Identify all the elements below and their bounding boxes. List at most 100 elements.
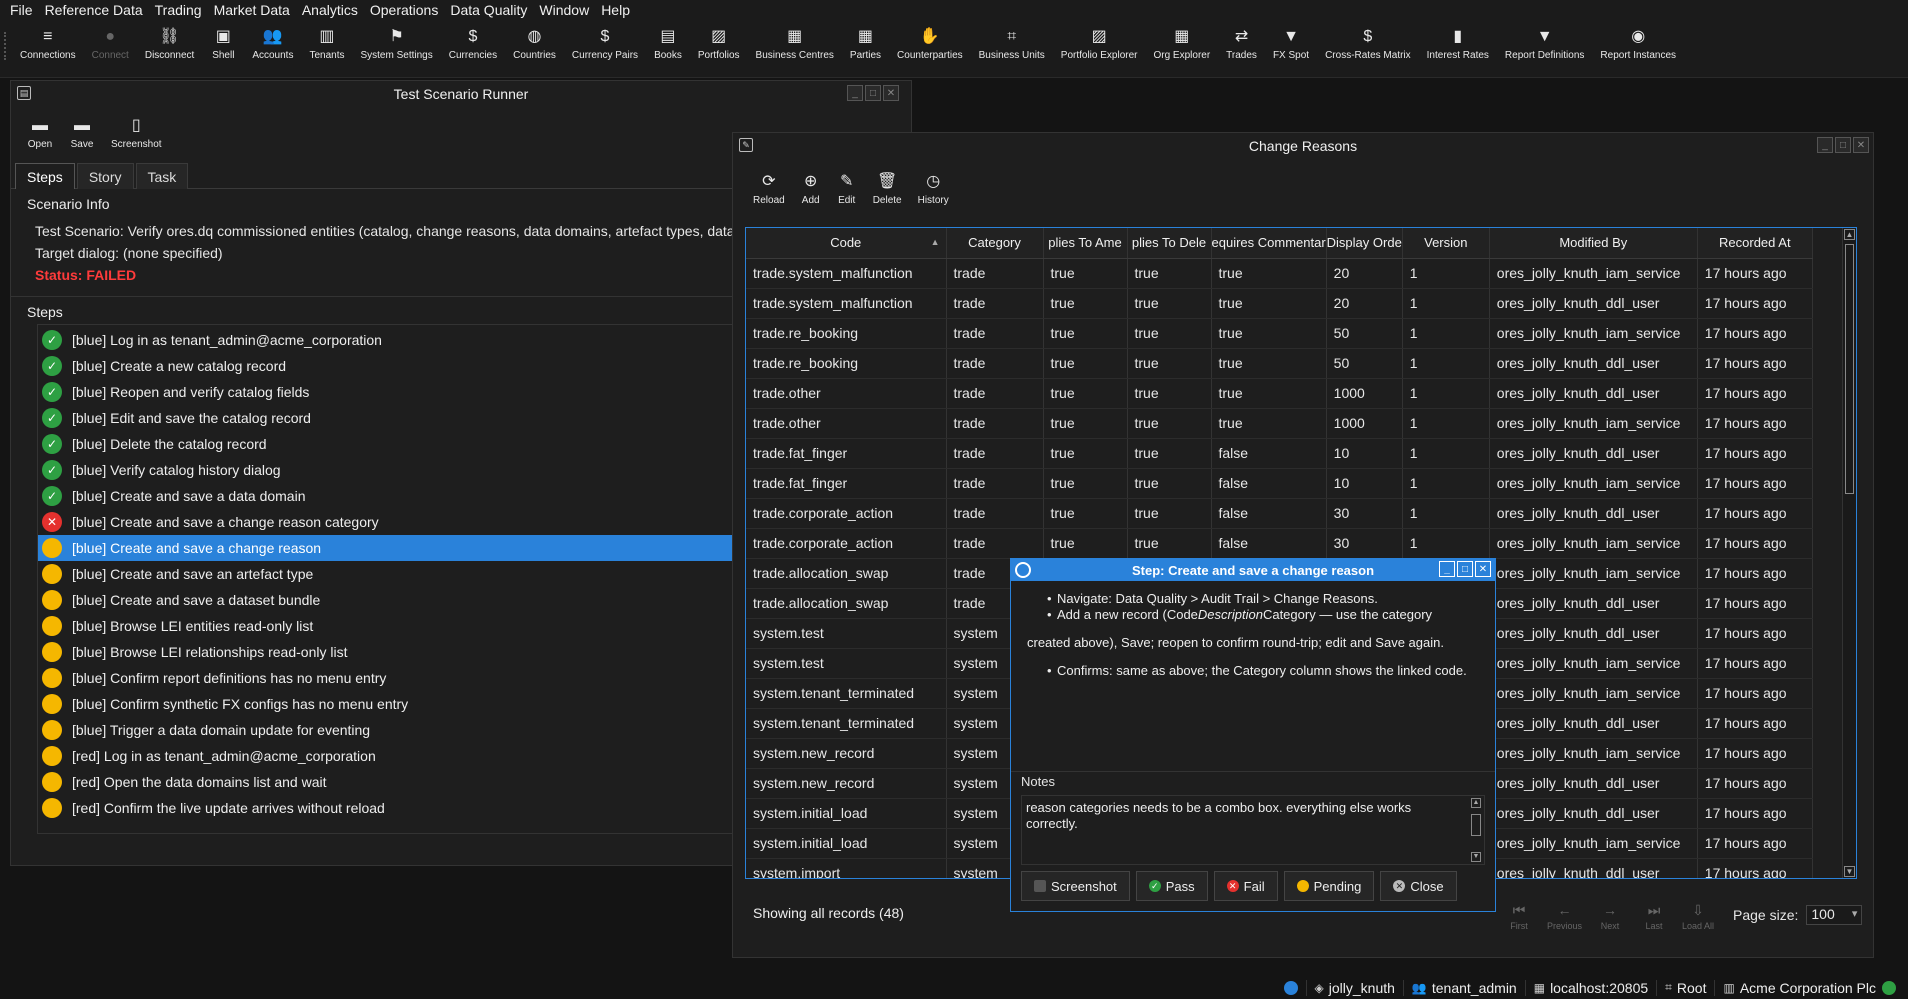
- pass-button[interactable]: ✓ Pass: [1135, 871, 1208, 901]
- edit-button[interactable]: ✎ Edit: [829, 163, 865, 221]
- table-row[interactable]: trade.corporate_action trade true true false…: [746, 528, 1813, 559]
- disconnect-button[interactable]: ⛓ Disconnect: [137, 20, 202, 78]
- close-icon[interactable]: ✕: [1853, 137, 1869, 153]
- shell-button[interactable]: ▣ Shell: [202, 20, 244, 78]
- table-row[interactable]: trade.re_booking trade true true true 50 1 ores…: [746, 318, 1813, 349]
- step-item[interactable]: [red] Log in as tenant_admin@acme_corpor…: [38, 743, 746, 769]
- reload-button[interactable]: ⟳ Reload: [745, 163, 793, 221]
- step-item[interactable]: [red] Confirm the live update arrives wi…: [38, 795, 746, 821]
- menu-item-market-data[interactable]: Market Data: [208, 2, 296, 18]
- currencies-button[interactable]: $ Currencies: [441, 20, 505, 78]
- trades-button[interactable]: ⇄ Trades: [1218, 20, 1265, 78]
- step-item[interactable]: [blue] Confirm report definitions has no…: [38, 665, 746, 691]
- portfolios-button[interactable]: ▨ Portfolios: [690, 20, 748, 78]
- table-row[interactable]: trade.re_booking trade true true true 50 1 ores…: [746, 348, 1813, 379]
- column-header[interactable]: Display Orde: [1326, 228, 1403, 259]
- table-row[interactable]: trade.fat_finger trade true true false 10 1 ore…: [746, 468, 1813, 499]
- interest-rates-button[interactable]: ▮ Interest Rates: [1419, 20, 1497, 78]
- last-button[interactable]: ⏭ Last: [1632, 899, 1676, 935]
- tab-steps[interactable]: Steps: [15, 163, 75, 189]
- business-centres-button[interactable]: ▦ Business Centres: [748, 20, 842, 78]
- column-header[interactable]: Version: [1402, 228, 1490, 259]
- system-settings-button[interactable]: ⚑ System Settings: [352, 20, 440, 78]
- report-instances-button[interactable]: ◉ Report Instances: [1592, 20, 1684, 78]
- step-item[interactable]: [blue] Trigger a data domain update for …: [38, 717, 746, 743]
- menu-item-operations[interactable]: Operations: [364, 2, 444, 18]
- portfolio-explorer-button[interactable]: ▨ Portfolio Explorer: [1053, 20, 1146, 78]
- column-header[interactable]: plies To Dele: [1127, 228, 1212, 259]
- notes-scrollbar[interactable]: ▲ ▼: [1470, 798, 1482, 862]
- currency-pairs-button[interactable]: $ Currency Pairs: [564, 20, 646, 78]
- maximize-icon[interactable]: □: [1835, 137, 1851, 153]
- step-item[interactable]: [red] Open the data domains list and wai…: [38, 769, 746, 795]
- pending-button[interactable]: Pending: [1283, 871, 1375, 901]
- tenants-button[interactable]: ▥ Tenants: [301, 20, 352, 78]
- scroll-up-icon[interactable]: ▲: [1844, 229, 1855, 240]
- countries-button[interactable]: ◍ Countries: [505, 20, 564, 78]
- table-row[interactable]: trade.system_malfunction trade true true tru…: [746, 258, 1813, 289]
- step-item[interactable]: [blue] Browse LEI relationships read-onl…: [38, 639, 746, 665]
- parties-button[interactable]: ▦ Parties: [842, 20, 889, 78]
- tab-task[interactable]: Task: [135, 163, 189, 189]
- column-header[interactable]: Recorded At: [1697, 228, 1813, 259]
- column-header[interactable]: Code ▲: [746, 228, 947, 259]
- books-button[interactable]: ▤ Books: [646, 20, 690, 78]
- org-explorer-button[interactable]: ▦ Org Explorer: [1145, 20, 1218, 78]
- page-size-select[interactable]: 100: [1806, 905, 1863, 925]
- close-icon[interactable]: ✕: [883, 85, 899, 101]
- maximize-icon[interactable]: □: [865, 85, 881, 101]
- column-header[interactable]: plies To Ame: [1043, 228, 1128, 259]
- table-row[interactable]: trade.other trade true true true 1000 1 ores_jo…: [746, 378, 1813, 409]
- notes-textarea[interactable]: reason categories needs to be a combo bo…: [1021, 795, 1485, 865]
- scroll-thumb[interactable]: [1845, 244, 1854, 494]
- connections-button[interactable]: ≡ Connections: [12, 20, 84, 78]
- step-item[interactable]: ✓ [blue] Log in as tenant_admin@acme_corp…: [38, 327, 746, 353]
- table-row[interactable]: trade.fat_finger trade true true false 10 1 ore…: [746, 438, 1813, 469]
- accounts-button[interactable]: 👥 Accounts: [244, 20, 301, 78]
- column-header[interactable]: equires Commentar: [1211, 228, 1327, 259]
- delete-button[interactable]: 🗑 Delete: [865, 163, 910, 221]
- scroll-up-icon[interactable]: ▲: [1471, 798, 1481, 808]
- save-button[interactable]: ▬ Save: [61, 111, 103, 169]
- tsr-title-bar[interactable]: ▤ Test Scenario Runner _ □ ✕: [11, 81, 911, 107]
- toolbar-grip[interactable]: [4, 32, 7, 60]
- table-row[interactable]: trade.corporate_action trade true true false…: [746, 498, 1813, 529]
- scroll-down-icon[interactable]: ▼: [1471, 852, 1481, 862]
- report-definitions-button[interactable]: ▼ Report Definitions: [1497, 20, 1592, 78]
- step-item[interactable]: [blue] Create and save an artefact type: [38, 561, 746, 587]
- step-item[interactable]: [blue] Create and save a change reason: [38, 535, 746, 561]
- step-item[interactable]: ✓ [blue] Create and save a data domain: [38, 483, 746, 509]
- maximize-icon[interactable]: □: [1457, 561, 1473, 577]
- column-header[interactable]: Modified By: [1489, 228, 1698, 259]
- fx-spot-button[interactable]: ▼ FX Spot: [1265, 20, 1317, 78]
- cr-title-bar[interactable]: ✎ Change Reasons _ □ ✕: [733, 133, 1873, 159]
- column-header[interactable]: Category: [946, 228, 1044, 259]
- open-button[interactable]: ▬ Open: [19, 111, 61, 169]
- scroll-thumb[interactable]: [1471, 814, 1481, 836]
- grid-vertical-scrollbar[interactable]: ▲ ▼: [1842, 228, 1856, 878]
- step-item[interactable]: [blue] Browse LEI entities read-only lis…: [38, 613, 746, 639]
- history-button[interactable]: ◷ History: [910, 163, 957, 221]
- add-button[interactable]: ⊕ Add: [793, 163, 829, 221]
- menu-item-reference-data[interactable]: Reference Data: [39, 2, 149, 18]
- next-button[interactable]: → Next: [1588, 899, 1632, 935]
- first-button[interactable]: ⏮ First: [1497, 899, 1541, 935]
- minimize-icon[interactable]: _: [847, 85, 863, 101]
- step-dialog-title-bar[interactable]: Step: Create and save a change reason _ …: [1011, 559, 1495, 581]
- load-all-button[interactable]: ⇩ Load All: [1676, 899, 1720, 935]
- step-item[interactable]: ✓ [blue] Edit and save the catalog record: [38, 405, 746, 431]
- scroll-down-icon[interactable]: ▼: [1844, 866, 1855, 877]
- tab-story[interactable]: Story: [76, 163, 134, 189]
- screenshot-button[interactable]: ▯ Screenshot: [103, 111, 170, 169]
- previous-button[interactable]: ← Previous: [1541, 899, 1588, 935]
- menu-item-help[interactable]: Help: [595, 2, 636, 18]
- step-item[interactable]: ✓ [blue] Create a new catalog record: [38, 353, 746, 379]
- connect-button[interactable]: ● Connect: [84, 20, 137, 78]
- menu-item-trading[interactable]: Trading: [149, 2, 208, 18]
- step-item[interactable]: [blue] Create and save a dataset bundle: [38, 587, 746, 613]
- counterparties-button[interactable]: ✋ Counterparties: [889, 20, 971, 78]
- table-row[interactable]: trade.system_malfunction trade true true tru…: [746, 288, 1813, 319]
- menu-item-file[interactable]: File: [4, 2, 39, 18]
- step-item[interactable]: ✓ [blue] Delete the catalog record: [38, 431, 746, 457]
- close-button[interactable]: ✕ Close: [1380, 871, 1457, 901]
